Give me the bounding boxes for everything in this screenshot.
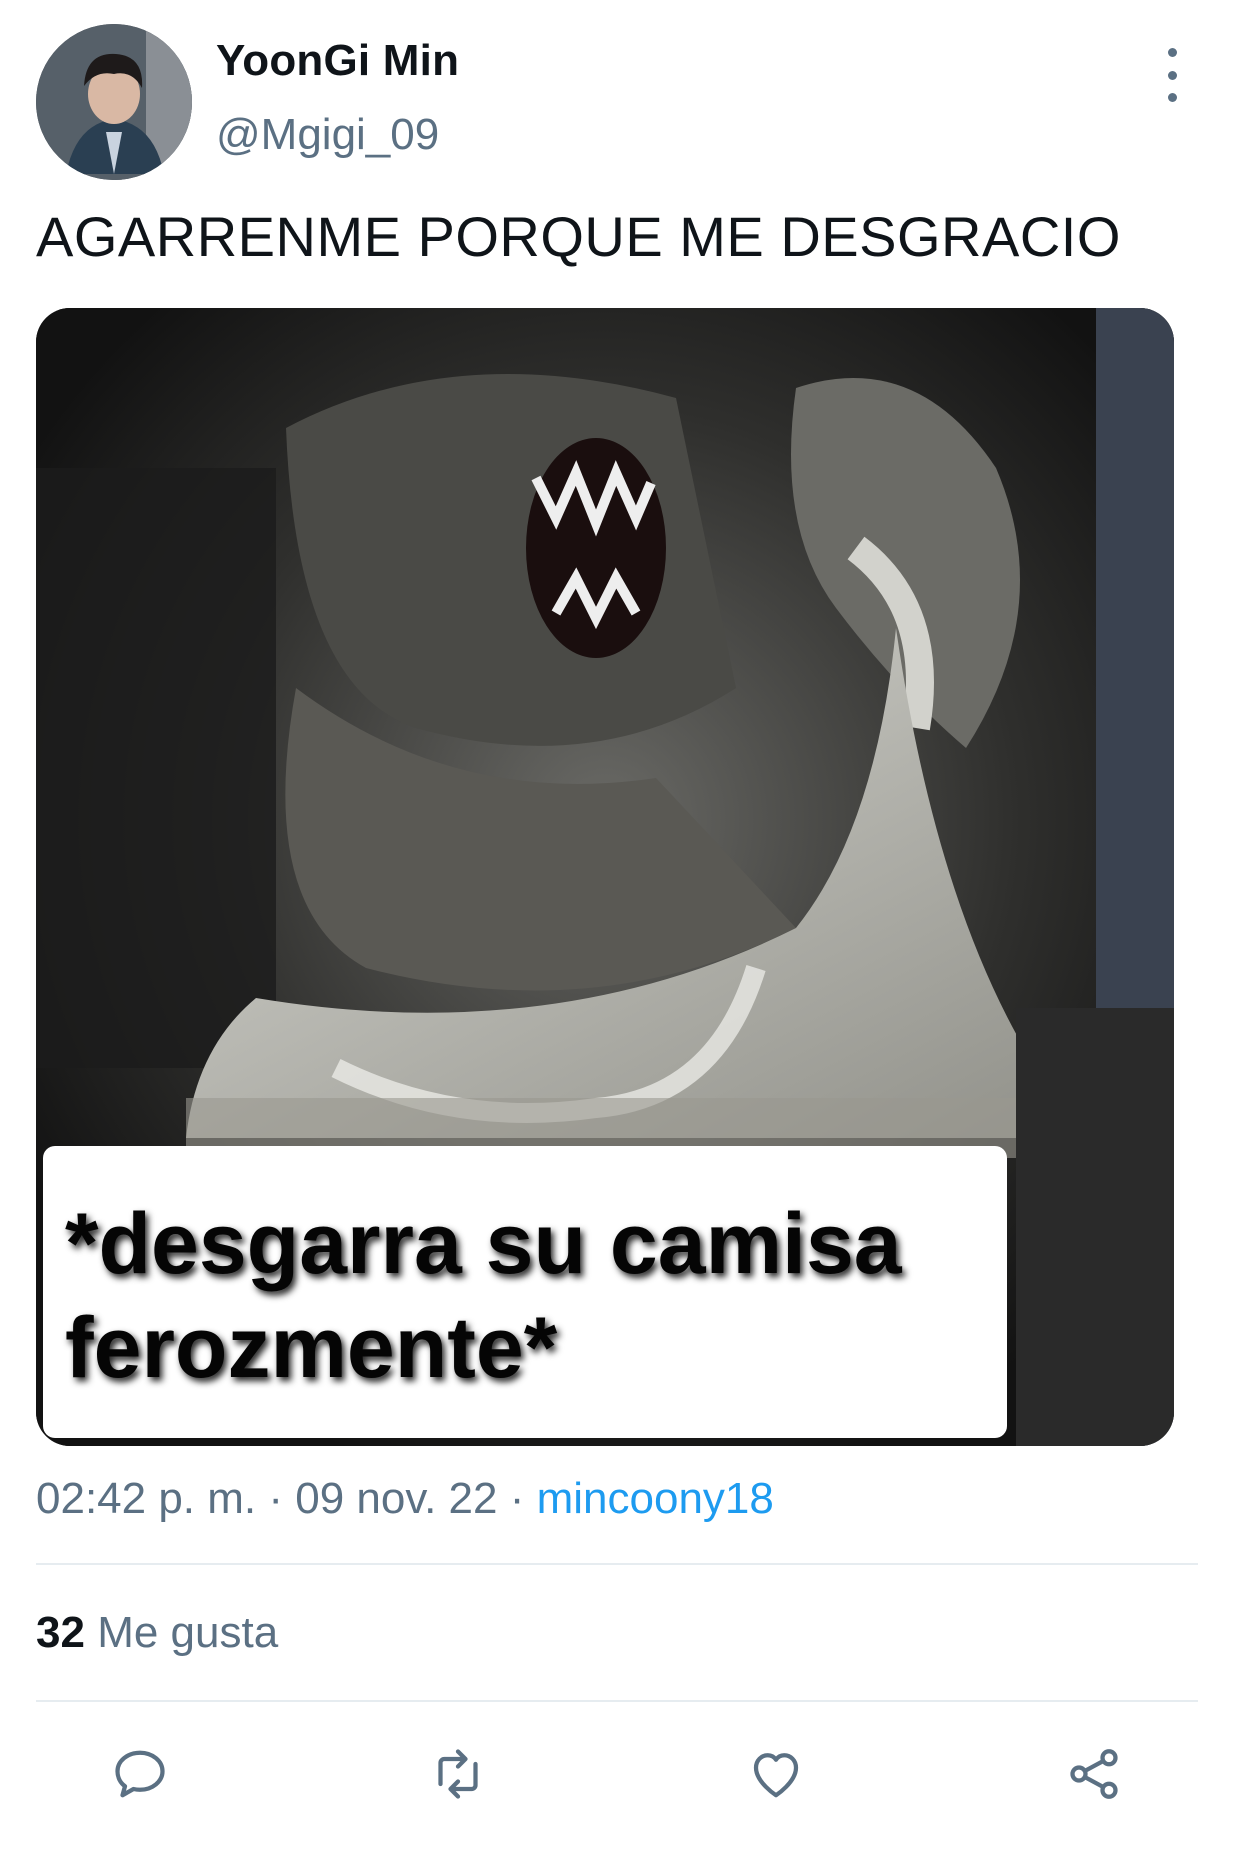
meta-separator: · [268,1474,284,1523]
tweet-metadata: 02:42 p. m. · 09 nov. 22 · mincoony18 [36,1474,774,1524]
tweet-actions-bar [0,1738,1235,1810]
tweet-media-image[interactable]: *desgarra su camisa ferozmente* [36,308,1174,1446]
reply-button[interactable] [104,1738,176,1810]
likes-label: Me gusta [97,1608,279,1657]
divider [36,1700,1198,1702]
avatar[interactable] [36,24,192,180]
tweet-source-link[interactable]: mincoony18 [537,1474,774,1523]
heart-icon [753,1753,799,1798]
meta-separator: · [509,1474,525,1523]
tweet-time[interactable]: 02:42 p. m. [36,1474,256,1523]
retweet-icon [438,1749,478,1799]
like-button[interactable] [740,1738,812,1810]
meme-caption-box: *desgarra su camisa ferozmente* [43,1146,1007,1438]
more-dot-icon [1167,93,1177,102]
more-dot-icon [1167,70,1177,80]
author-handle[interactable]: @Mgigi_09 [216,110,439,160]
share-icon [1070,1749,1118,1799]
meme-caption-line: ferozmente* [65,1300,558,1396]
likes-count: 32 [36,1608,85,1657]
tweet-text: AGARRENME PORQUE ME DESGRACIO [36,205,1121,268]
reply-icon [115,1750,165,1798]
avatar-image [36,24,192,180]
tweet-card: YoonGi Min @Mgigi_09 AGARRENME PORQUE ME… [0,0,1235,1866]
more-options-button[interactable] [1150,48,1194,102]
more-dot-icon [1167,48,1177,57]
divider [36,1563,1198,1565]
share-button[interactable] [1058,1738,1130,1810]
meme-caption-line: *desgarra su camisa [65,1196,902,1292]
likes-stat[interactable]: 32 Me gusta [36,1608,278,1658]
meme-caption: *desgarra su camisa ferozmente* [65,1192,995,1400]
tweet-date[interactable]: 09 nov. 22 [295,1474,497,1523]
author-display-name[interactable]: YoonGi Min [216,36,459,86]
retweet-button[interactable] [422,1738,494,1810]
